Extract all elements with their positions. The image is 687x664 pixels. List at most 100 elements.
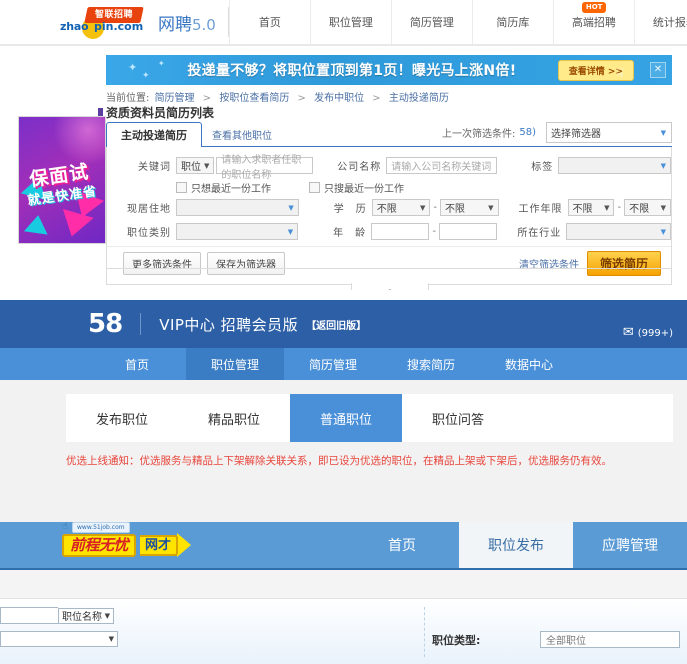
hand-icon: ☝	[62, 522, 69, 532]
job51-section: ☝ www.51job.com 前程无忧 网才 首页 职位发布 应聘管理 职位名…	[0, 522, 687, 664]
w58-tab-job-qa[interactable]: 职位问答	[402, 394, 514, 442]
breadcrumb-item-2[interactable]: 发布中职位	[314, 93, 364, 104]
promo-banner[interactable]: ✦ ✦ ✦ 投递量不够？将职位置顶到第1页！曝光马上涨N倍! 查看详情 >> ☟…	[106, 55, 672, 85]
vertical-divider	[424, 607, 425, 657]
city-select[interactable]: ▼	[176, 199, 299, 216]
job51-brand-sub: 网才	[140, 534, 179, 556]
breadcrumb-item-1[interactable]: 按职位查看简历	[219, 93, 289, 104]
breadcrumb-item-3[interactable]: 主动投递简历	[389, 93, 449, 104]
zhaopin-section: 智联招聘 zhao pin.com 网聘5.0 首页 职位管理 简历管理 简历库…	[0, 0, 687, 290]
section-divider	[106, 268, 672, 269]
divider	[140, 313, 142, 335]
industry-select[interactable]: ▼	[566, 223, 671, 240]
w58-section: 58 VIP中心 招聘会员版 【返回旧版】 ✉ (999+) 首页 职位管理 简…	[0, 300, 687, 522]
range-dash: -	[433, 202, 437, 213]
filter-preset-value: 选择筛选器	[551, 129, 601, 140]
job51-nav-post-job[interactable]: 职位发布	[459, 522, 573, 568]
w58-nav-data-center[interactable]: 数据中心	[480, 348, 578, 380]
keyword-placeholder: 请输入求职者任职的职位名称	[221, 154, 302, 181]
nav-item-reports[interactable]: 统计报表	[635, 0, 687, 44]
label-job-category: 职位类别	[127, 228, 171, 239]
collapse-panel-button[interactable]: ︿	[351, 283, 429, 290]
submit-filter-button[interactable]: 筛选简历	[586, 251, 661, 276]
keyword-scope-select[interactable]: 职位 ▼	[176, 157, 215, 174]
filter-row-category-age-industry: 职位类别 ▼ 年 龄 - 所在行业 ▼	[107, 221, 671, 242]
nav-item-home[interactable]: 首页	[228, 0, 311, 44]
job51-row-name: 职位名称 ▼	[0, 607, 114, 624]
job51-logo[interactable]: ☝ www.51job.com 前程无忧 网才	[62, 522, 192, 557]
education-to-select[interactable]: 不限 ▼	[439, 199, 499, 216]
range-dash: -	[617, 202, 622, 213]
nav-item-resume-library[interactable]: 简历库	[473, 0, 554, 44]
promo-close-icon[interactable]: ✕	[650, 62, 666, 78]
chevron-down-icon: ▼	[660, 161, 666, 170]
job51-name-select-value: 职位名称	[62, 612, 102, 623]
page-title: 资质资料员简历列表	[97, 106, 215, 120]
zhaopin-logo[interactable]: 智联招聘 zhao pin.com 网聘5.0	[60, 7, 229, 39]
sparkle-icon: ✦	[142, 71, 150, 81]
more-filters-button[interactable]: 更多筛选条件	[123, 252, 201, 275]
last-filter-count: 58)	[519, 127, 536, 138]
nav-item-resume-management[interactable]: 简历管理	[392, 0, 473, 44]
label-city: 现居住地	[127, 204, 171, 215]
w58-nav-resume-management[interactable]: 简历管理	[284, 348, 382, 380]
keyword-scope-value: 职位	[181, 162, 201, 173]
company-input[interactable]: 请输入公司名称关键词	[386, 157, 498, 174]
job51-secondary-select[interactable]: ▼	[0, 631, 118, 647]
tab-active-applications[interactable]: 主动投递简历	[106, 122, 202, 147]
checkbox-label-left: 只想最近一份工作	[191, 183, 271, 195]
w58-tab-premium-job[interactable]: 精品职位	[178, 394, 290, 442]
tab-other-jobs[interactable]: 查看其他职位	[202, 123, 282, 146]
save-filter-button[interactable]: 保存为筛选器	[207, 252, 285, 275]
age-from-input[interactable]	[371, 223, 430, 240]
job51-name-select[interactable]: 职位名称 ▼	[58, 607, 114, 624]
job51-name-input[interactable]	[0, 607, 58, 624]
experience-from-select[interactable]: 不限 ▼	[567, 199, 615, 216]
chevron-down-icon: ▼	[288, 203, 294, 212]
filter-row-keyword: 关键词 职位 ▼ 请输入求职者任职的职位名称 公司名称 请输入公司名称关键词 标…	[107, 155, 671, 181]
tag-select[interactable]: ▼	[558, 157, 671, 174]
education-from-select[interactable]: 不限 ▼	[371, 199, 431, 216]
w58-nav-job-management[interactable]: 职位管理	[186, 348, 284, 380]
message-count: (999+)	[637, 327, 673, 339]
age-to-input[interactable]	[439, 223, 498, 240]
label-tag: 标签	[531, 162, 554, 173]
job51-brand-name: 前程无忧	[62, 533, 137, 557]
zhaopin-logo-mark: 智联招聘 zhao pin.com	[60, 7, 144, 39]
return-old-version-link[interactable]: 【返回旧版】	[306, 317, 366, 332]
w58-nav-search-resume[interactable]: 搜索简历	[382, 348, 480, 380]
w58-logo[interactable]: 58	[88, 309, 123, 339]
checkbox-recent-left[interactable]	[176, 181, 187, 193]
label-education: 学 历	[333, 204, 367, 215]
nav-item-job-management[interactable]: 职位管理	[311, 0, 392, 44]
job-category-select[interactable]: ▼	[176, 223, 299, 240]
w58-messages[interactable]: ✉ (999+)	[623, 310, 673, 339]
experience-to-select[interactable]: 不限 ▼	[624, 199, 672, 216]
w58-nav-home[interactable]: 首页	[88, 348, 186, 380]
w58-tab-normal-job[interactable]: 普通职位	[290, 394, 402, 442]
filter-form: 关键词 职位 ▼ 请输入求职者任职的职位名称 公司名称 请输入公司名称关键词 标…	[106, 147, 672, 285]
experience-from-value: 不限	[572, 204, 593, 215]
job51-nav-home[interactable]: 首页	[345, 522, 459, 568]
job51-type-input[interactable]: 全部职位	[540, 631, 680, 648]
side-ad-banner[interactable]: 保面试 就是快准省	[18, 116, 106, 244]
breadcrumb: 当前位置: 简历管理 > 按职位查看简历 > 发布中职位 > 主动投递简历	[106, 89, 451, 104]
job51-type-value: 全部职位	[546, 636, 586, 647]
nav-label: 简历管理	[409, 16, 454, 29]
sparkle-icon: ✦	[158, 59, 165, 68]
promo-banner-text: 投递量不够？将职位置顶到第1页！曝光马上涨N倍!	[187, 63, 517, 79]
label-industry: 所在行业	[517, 228, 562, 239]
job51-nav-application-management[interactable]: 应聘管理	[573, 522, 687, 568]
job51-row-secondary: ▼	[0, 631, 118, 647]
checkbox-recent-right[interactable]	[309, 181, 320, 193]
w58-tabs: 发布职位 精品职位 普通职位 职位问答	[66, 394, 673, 442]
job51-toolbar-strip	[0, 570, 687, 599]
chevron-down-icon: ▼	[660, 128, 666, 137]
w58-tab-publish-job[interactable]: 发布职位	[66, 394, 178, 442]
range-dash: -	[432, 226, 436, 237]
filter-tabs: 主动投递简历 查看其他职位 上一次筛选条件: 58) 选择筛选器 ▼	[106, 120, 672, 147]
breadcrumb-item-0[interactable]: 简历管理	[155, 93, 195, 104]
nav-item-premium-recruiting[interactable]: HOT 高端招聘	[554, 0, 635, 44]
filter-preset-select[interactable]: 选择筛选器 ▼	[546, 122, 672, 143]
keyword-input[interactable]: 请输入求职者任职的职位名称	[216, 155, 314, 181]
